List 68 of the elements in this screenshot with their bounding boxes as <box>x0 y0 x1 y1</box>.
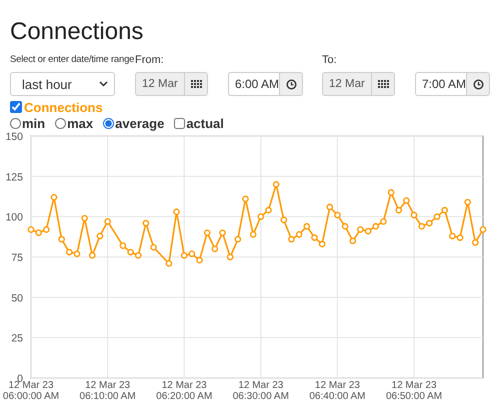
data-point <box>410 212 418 218</box>
x-tick-label: 12 Mar 23 06:50:00 AM <box>384 381 444 402</box>
calendar-button[interactable] <box>371 72 395 96</box>
clock-icon <box>286 78 297 90</box>
data-point <box>173 208 180 216</box>
date-field[interactable]: 12 Mar <box>135 72 184 96</box>
clock-button[interactable] <box>279 72 304 96</box>
data-point <box>166 260 172 267</box>
data-point <box>219 230 226 236</box>
page-title: Connections <box>10 17 144 47</box>
mode-label: average <box>115 116 164 130</box>
data-point <box>50 194 58 201</box>
y-tick-label: 25 <box>11 332 23 345</box>
y-tick-label: 50 <box>11 292 23 304</box>
data-point <box>226 254 234 260</box>
y-tick-label: 125 <box>5 171 23 184</box>
data-point <box>395 206 402 214</box>
mode-radio[interactable] <box>103 118 114 128</box>
data-point <box>58 236 65 243</box>
time-field[interactable]: 7:00 AM <box>415 72 466 96</box>
data-point <box>204 230 210 236</box>
data-point <box>104 218 111 225</box>
from-label: From: <box>135 53 164 68</box>
data-point <box>272 181 280 188</box>
data-point <box>280 216 288 224</box>
mode-label: max <box>67 116 94 130</box>
mode-radio[interactable] <box>10 118 21 128</box>
calendar-button[interactable] <box>184 72 208 96</box>
data-point <box>480 226 486 233</box>
data-point <box>403 197 410 204</box>
x-tick-label: 12 Mar 23 06:20:00 AM <box>155 381 214 402</box>
data-point <box>250 231 256 238</box>
data-point <box>388 189 394 196</box>
x-tick-label: 12 Mar 23 06:10:00 AM <box>78 381 137 402</box>
data-point <box>342 223 348 230</box>
data-point <box>89 252 96 259</box>
range-label: Select or enter date/time range <box>10 53 134 67</box>
x-tick-label: 12 Mar 23 06:40:00 AM <box>308 381 367 402</box>
data-point <box>96 232 104 240</box>
series-label: Connections <box>24 100 103 114</box>
to-label: To: <box>322 53 337 68</box>
data-point <box>142 220 150 226</box>
mode-radio[interactable] <box>55 118 66 128</box>
mode-label: actual <box>186 116 224 130</box>
clock-button[interactable] <box>466 72 490 96</box>
series-checkbox[interactable] <box>10 101 22 113</box>
calendar-grid-icon <box>378 80 388 88</box>
y-tick-label: 75 <box>11 252 23 264</box>
calendar-grid-icon <box>190 80 202 88</box>
time-field[interactable]: 6:00 AM <box>228 72 280 96</box>
data-point <box>234 236 242 243</box>
data-point <box>150 244 157 251</box>
clock-icon <box>472 78 484 90</box>
y-tick-label: 150 <box>5 131 23 143</box>
range-dropdown[interactable]: last hour <box>10 72 115 96</box>
data-point <box>242 196 249 202</box>
mode-checkbox[interactable] <box>174 118 186 128</box>
data-point <box>472 239 479 246</box>
date-field[interactable]: 12 Mar <box>322 72 371 96</box>
x-tick-label: 12 Mar 23 06:30:00 AM <box>232 381 290 402</box>
data-point <box>349 238 356 244</box>
data-point <box>81 214 88 222</box>
chevron-icon <box>99 81 108 87</box>
mode-label: min <box>22 116 46 130</box>
data-point <box>464 198 471 206</box>
y-tick-label: 100 <box>5 212 23 224</box>
data-point <box>212 246 218 252</box>
x-tick-label: 12 Mar 23 06:00:00 AM <box>2 381 60 402</box>
